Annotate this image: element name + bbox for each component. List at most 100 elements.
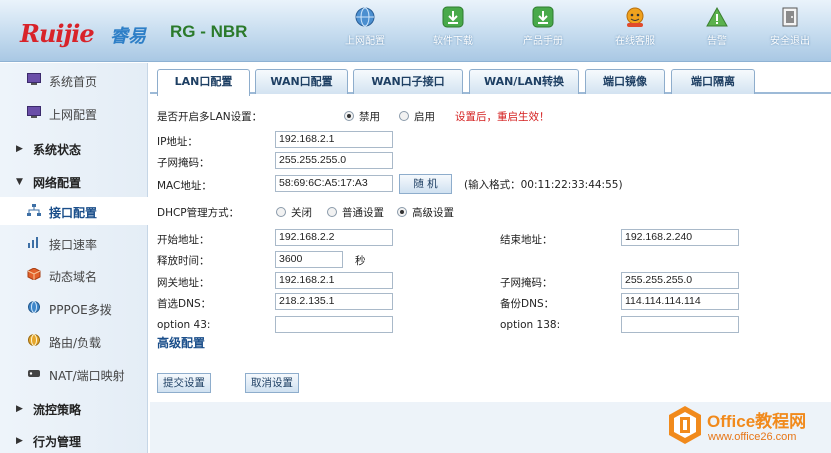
top-header: Ruijie 睿易 RG - NBR 上网配置 软件下载 产品手册 在线客服 告…	[0, 0, 831, 62]
nav-label: 产品手册	[523, 36, 563, 47]
nav-internet-config[interactable]: 上网配置	[330, 6, 400, 47]
mac-format-hint: (输入格式：00:11:22:33:44:55)	[464, 179, 623, 191]
logout-icon	[782, 7, 798, 27]
ip-label: IP地址：	[157, 136, 198, 148]
sidebar-group-flow-control[interactable]: ▶ 流控策略	[0, 395, 148, 423]
mask-label: 子网掩码：	[157, 157, 210, 169]
sidebar-item-routing[interactable]: 路由/负载	[0, 328, 148, 354]
sidebar-item-home[interactable]: 系统首页	[0, 67, 148, 93]
monitor-icon	[27, 106, 41, 118]
tab-wan-config[interactable]: WAN口配置	[255, 69, 348, 94]
primary-dns-input[interactable]: 218.2.135.1	[275, 293, 393, 310]
nav-label: 告警	[707, 36, 727, 47]
office-logo-icon	[669, 406, 701, 444]
sidebar-item-internet-config[interactable]: 上网配置	[0, 100, 148, 126]
download-icon	[442, 6, 464, 28]
nav-product-manual[interactable]: 产品手册	[508, 6, 578, 47]
backup-dns-label: 备份DNS：	[500, 298, 555, 310]
sidebar-group-network-config[interactable]: ▼ 网络配置	[0, 168, 148, 196]
option138-label: option 138:	[500, 319, 561, 331]
option43-input[interactable]	[275, 316, 393, 333]
globe-icon	[28, 301, 40, 313]
sidebar-group-system-status[interactable]: ▶ 系统状态	[0, 135, 148, 163]
nav-online-support[interactable]: 在线客服	[600, 6, 670, 47]
start-address-label: 开始地址：	[157, 234, 210, 246]
sidebar-group-label: 流控策略	[33, 403, 82, 417]
sidebar-group-label: 行为管理	[33, 435, 82, 449]
gateway-label: 网关地址：	[157, 277, 210, 289]
lease-unit: 秒	[355, 255, 366, 267]
globe-icon	[355, 7, 375, 27]
dhcp-off-radio[interactable]	[276, 207, 286, 217]
sidebar-item-nat[interactable]: NAT/端口映射	[0, 361, 148, 387]
sidebar-item-interface-config[interactable]: 接口配置	[0, 197, 148, 225]
mac-input[interactable]: 58:69:6C:A5:17:A3	[275, 175, 393, 192]
backup-dns-input[interactable]: 114.114.114.114	[621, 293, 739, 310]
sidebar-item-ddns[interactable]: 动态域名	[0, 262, 148, 288]
tab-bar: LAN口配置 WAN口配置 WAN口子接口 WAN/LAN转换 端口镜像 端口隔…	[150, 66, 831, 96]
multi-lan-enable-label: 启用	[414, 111, 435, 123]
sidebar-item-label: NAT/端口映射	[49, 369, 125, 383]
dhcp-mask-label: 子网掩码：	[500, 277, 553, 289]
dhcp-normal-label: 普通设置	[342, 207, 384, 219]
tab-port-isolation[interactable]: 端口隔离	[671, 69, 755, 94]
globe-icon	[28, 334, 40, 346]
nav-label: 上网配置	[345, 36, 385, 47]
dhcp-label: DHCP管理方式：	[157, 207, 240, 219]
option43-label: option 43:	[157, 319, 211, 331]
nav-label: 在线客服	[615, 36, 655, 47]
sidebar-item-label: 接口速率	[49, 238, 98, 252]
dhcp-off-label: 关闭	[291, 207, 312, 219]
mask-input[interactable]: 255.255.255.0	[275, 152, 393, 169]
nat-icon	[28, 370, 40, 377]
nav-logout[interactable]: 安全退出	[755, 6, 825, 47]
tab-wan-subinterface[interactable]: WAN口子接口	[353, 69, 463, 94]
start-address-input[interactable]: 192.168.2.2	[275, 229, 393, 246]
sidebar: 系统首页 上网配置 ▶ 系统状态 ▼ 网络配置 接口配置 接口速率 动态域名 P…	[0, 63, 148, 453]
lease-time-input[interactable]: 3600	[275, 251, 343, 268]
sidebar-group-label: 系统状态	[33, 143, 82, 157]
random-mac-button[interactable]: 随 机	[399, 174, 452, 194]
cube-icon	[27, 268, 41, 280]
dhcp-advanced-radio[interactable]	[397, 207, 407, 217]
tab-port-mirror[interactable]: 端口镜像	[585, 69, 665, 94]
nav-software-download[interactable]: 软件下载	[418, 6, 488, 47]
mac-label: MAC地址：	[157, 180, 212, 192]
tab-wan-lan-switch[interactable]: WAN/LAN转换	[469, 69, 579, 94]
lease-time-label: 释放时间：	[157, 255, 210, 267]
advanced-config-link[interactable]: 高级配置	[157, 334, 205, 351]
bar-chart-icon	[28, 237, 38, 248]
ruiyi-logo: 睿易	[110, 26, 146, 47]
sidebar-item-pppoe[interactable]: PPPOE多拨	[0, 295, 148, 321]
sidebar-group-behavior[interactable]: ▶ 行为管理	[0, 427, 148, 453]
multi-lan-disable-label: 禁用	[359, 111, 380, 123]
dhcp-normal-radio[interactable]	[327, 207, 337, 217]
multi-lan-enable-radio[interactable]	[399, 111, 409, 121]
cancel-button[interactable]: 取消设置	[245, 373, 299, 393]
network-icon	[27, 204, 41, 216]
dhcp-mask-input[interactable]: 255.255.255.0	[621, 272, 739, 289]
option138-input[interactable]	[621, 316, 739, 333]
ip-input[interactable]: 192.168.2.1	[275, 131, 393, 148]
sidebar-item-label: 上网配置	[49, 108, 98, 122]
end-address-input[interactable]: 192.168.2.240	[621, 229, 739, 246]
tab-lan-config[interactable]: LAN口配置	[157, 69, 250, 96]
sidebar-item-label: 动态域名	[49, 270, 98, 284]
warning-icon	[706, 6, 728, 27]
gateway-input[interactable]: 192.168.2.1	[275, 272, 393, 289]
ruijie-logo: Ruijie	[20, 19, 95, 48]
sidebar-group-label: 网络配置	[33, 176, 82, 190]
manual-download-icon	[532, 6, 554, 28]
nav-alarm[interactable]: 告警	[682, 6, 752, 47]
sidebar-item-label: 路由/负载	[49, 336, 102, 350]
dhcp-advanced-label: 高级设置	[412, 207, 454, 219]
sidebar-item-interface-speed[interactable]: 接口速率	[0, 230, 148, 256]
multi-lan-disable-radio[interactable]	[344, 111, 354, 121]
lan-config-form: 是否开启多LAN设置： 禁用 启用 设置后，重启生效！ IP地址： 192.16…	[150, 96, 831, 400]
chevron-down-icon: ▼	[16, 177, 23, 187]
sidebar-item-label: PPPOE多拨	[49, 303, 112, 317]
sidebar-item-label: 接口配置	[49, 206, 98, 220]
submit-button[interactable]: 提交设置	[157, 373, 211, 393]
nav-label: 安全退出	[770, 36, 810, 47]
nav-label: 软件下载	[433, 36, 473, 47]
